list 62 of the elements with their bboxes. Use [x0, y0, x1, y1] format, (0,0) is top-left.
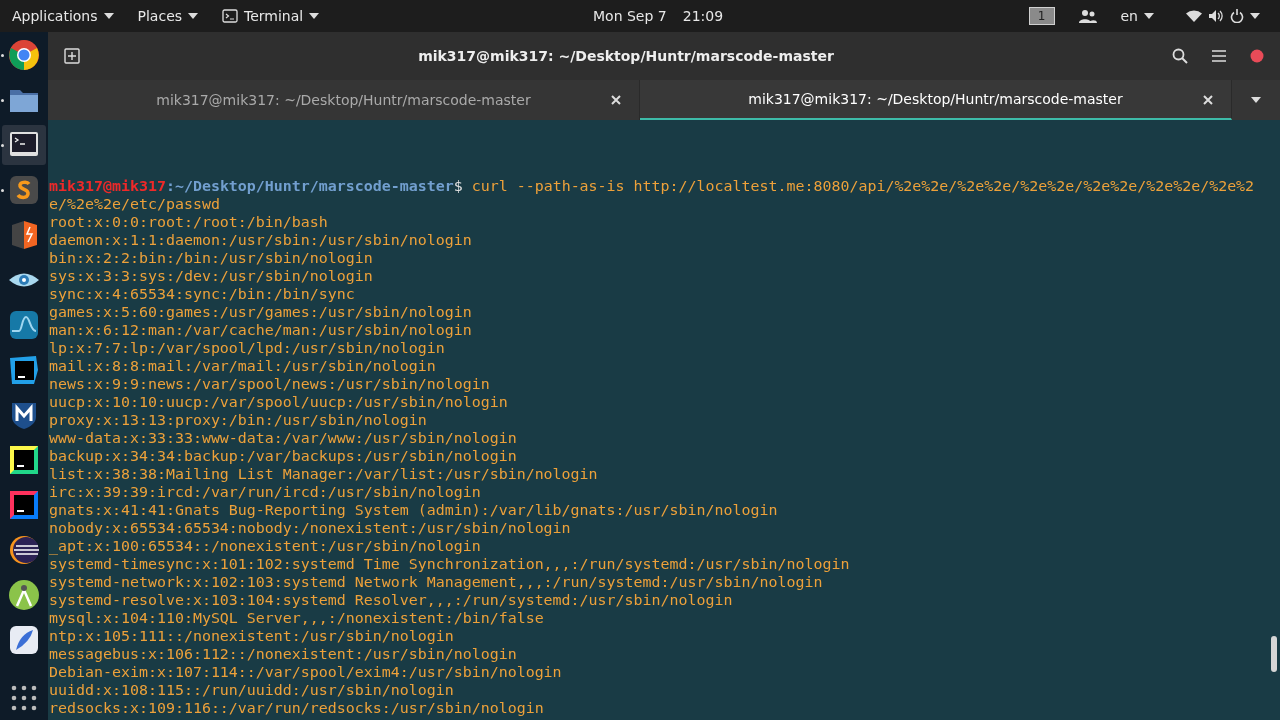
close-icon[interactable]: [1250, 49, 1264, 63]
output-line: games:x:5:60:games:/usr/games:/usr/sbin/nologin: [49, 303, 473, 321]
output-line: mysql:x:104:110:MySQL Server,,,:/nonexistent:/bin/false: [49, 609, 545, 627]
output-line: lp:x:7:7:lp:/var/spool/lpd:/usr/sbin/nologin: [49, 339, 446, 357]
close-icon: [611, 94, 621, 105]
scrollbar-thumb[interactable]: [1271, 636, 1277, 672]
editor-icon[interactable]: [8, 173, 40, 206]
output-line: proxy:x:13:13:proxy:/bin:/usr/sbin/nologin: [49, 411, 428, 429]
output-line: backup:x:34:34:backup:/var/backups:/usr/sbin/nologin: [49, 447, 518, 465]
users-icon[interactable]: [1078, 9, 1097, 23]
output-line: uuidd:x:108:115::/run/uuidd:/usr/sbin/nologin: [49, 681, 455, 699]
power-icon: [1230, 9, 1244, 23]
android-icon[interactable]: [8, 578, 40, 611]
menu-button[interactable]: Places: [129, 5, 207, 27]
output-line: irc:x:39:39:ircd:/var/run/ircd:/usr/sbin/nologin: [49, 483, 482, 501]
output-line: systemd-resolve:x:103:104:systemd Resolver,,,:/run/systemd:/usr/sbin/nologin: [49, 591, 734, 609]
workspace-indicator[interactable]: 1: [1028, 7, 1055, 25]
globe-icon[interactable]: [8, 38, 40, 71]
feather-icon[interactable]: [8, 623, 40, 656]
output-line: www-data:x:33:33:www-data:/var/www:/usr/sbin/nologin: [49, 429, 518, 447]
tab-menu-icon[interactable]: [1251, 97, 1261, 103]
wifi-icon: [1186, 10, 1202, 22]
new-tab-icon[interactable]: [64, 48, 80, 64]
caret-icon: [1250, 13, 1260, 19]
window-title: mik317@mik317: ~/Desktop/Huntr/marscode-master: [417, 46, 835, 66]
caret-icon: [309, 13, 320, 19]
output-line: list:x:38:38:Mailing List Manager:/var/list:/usr/sbin/nologin: [49, 465, 599, 483]
output-line: man:x:6:12:man:/var/cache/man:/usr/sbin/nologin: [49, 321, 473, 339]
ide-icon[interactable]: [8, 353, 40, 386]
menu-button[interactable]: Applications: [4, 5, 122, 27]
output-line: Debian-exim:x:107:114::/var/spool/exim4:/usr/sbin/nologin: [49, 663, 563, 681]
output-line: systemd-timesync:x:101:102:systemd Time Synchronization,,,:/run/systemd:/usr/sbin/nologin: [49, 555, 851, 573]
ide-icon[interactable]: [8, 443, 40, 476]
output-line: _apt:x:100:65534::/nonexistent:/usr/sbin/nologin: [49, 537, 482, 555]
close-icon: [1203, 94, 1213, 105]
volume-icon: [1208, 9, 1224, 23]
output-line: redsocks:x:109:116::/var/run/redsocks:/usr/sbin/nologin: [49, 699, 545, 717]
terminal-icon: [222, 9, 239, 23]
output-line: sync:x:4:65534:sync:/bin:/bin/sync: [49, 285, 356, 303]
output-line: daemon:x:1:1:daemon:/usr/sbin:/usr/sbin/nologin: [49, 231, 473, 249]
search-icon[interactable]: [1172, 48, 1188, 64]
language-menu[interactable]: en: [1112, 5, 1162, 27]
clock-date[interactable]: Mon Sep 7: [593, 5, 667, 27]
output-line: bin:x:2:2:bin:/bin:/usr/sbin/nologin: [49, 249, 374, 267]
caret-icon: [103, 13, 114, 19]
menu-icon[interactable]: [1212, 50, 1226, 62]
output-line: ntp:x:105:111::/nonexistent:/usr/sbin/nologin: [49, 627, 455, 645]
output-line: sys:x:3:3:sys:/dev:/usr/sbin/nologin: [49, 267, 374, 285]
caret-icon: [188, 13, 199, 19]
terminal-tab[interactable]: mik317@mik317: ~/Desktop/Huntr/marscode-master: [640, 80, 1232, 120]
output-line: mail:x:8:8:mail:/var/mail:/usr/sbin/nologin: [49, 357, 437, 375]
output-line: nobody:x:65534:65534:nobody:/nonexistent:/usr/sbin/nologin: [49, 519, 572, 537]
output-line: messagebus:x:106:112::/nonexistent:/usr/sbin/nologin: [49, 645, 518, 663]
eclipse-icon[interactable]: [8, 533, 40, 566]
menu-button[interactable]: Terminal: [214, 5, 328, 27]
clock-time[interactable]: 21:09: [682, 5, 724, 27]
output-line: root:x:0:0:root:/root:/bin/bash: [49, 213, 329, 231]
output-line: gnats:x:41:41:Gnats Bug-Reporting System (admin):/var/lib/gnats:/usr/sbin/nologin: [49, 501, 779, 519]
output-line: uucp:x:10:10:uucp:/var/spool/uucp:/usr/sbin/nologin: [49, 393, 509, 411]
caret-icon: [1144, 13, 1154, 19]
output-line: news:x:9:9:news:/var/spool/news:/usr/sbin/nologin: [49, 375, 491, 393]
output-line: systemd-network:x:102:103:systemd Network Management,,,:/run/systemd:/usr/sbin/nologin: [49, 573, 824, 591]
